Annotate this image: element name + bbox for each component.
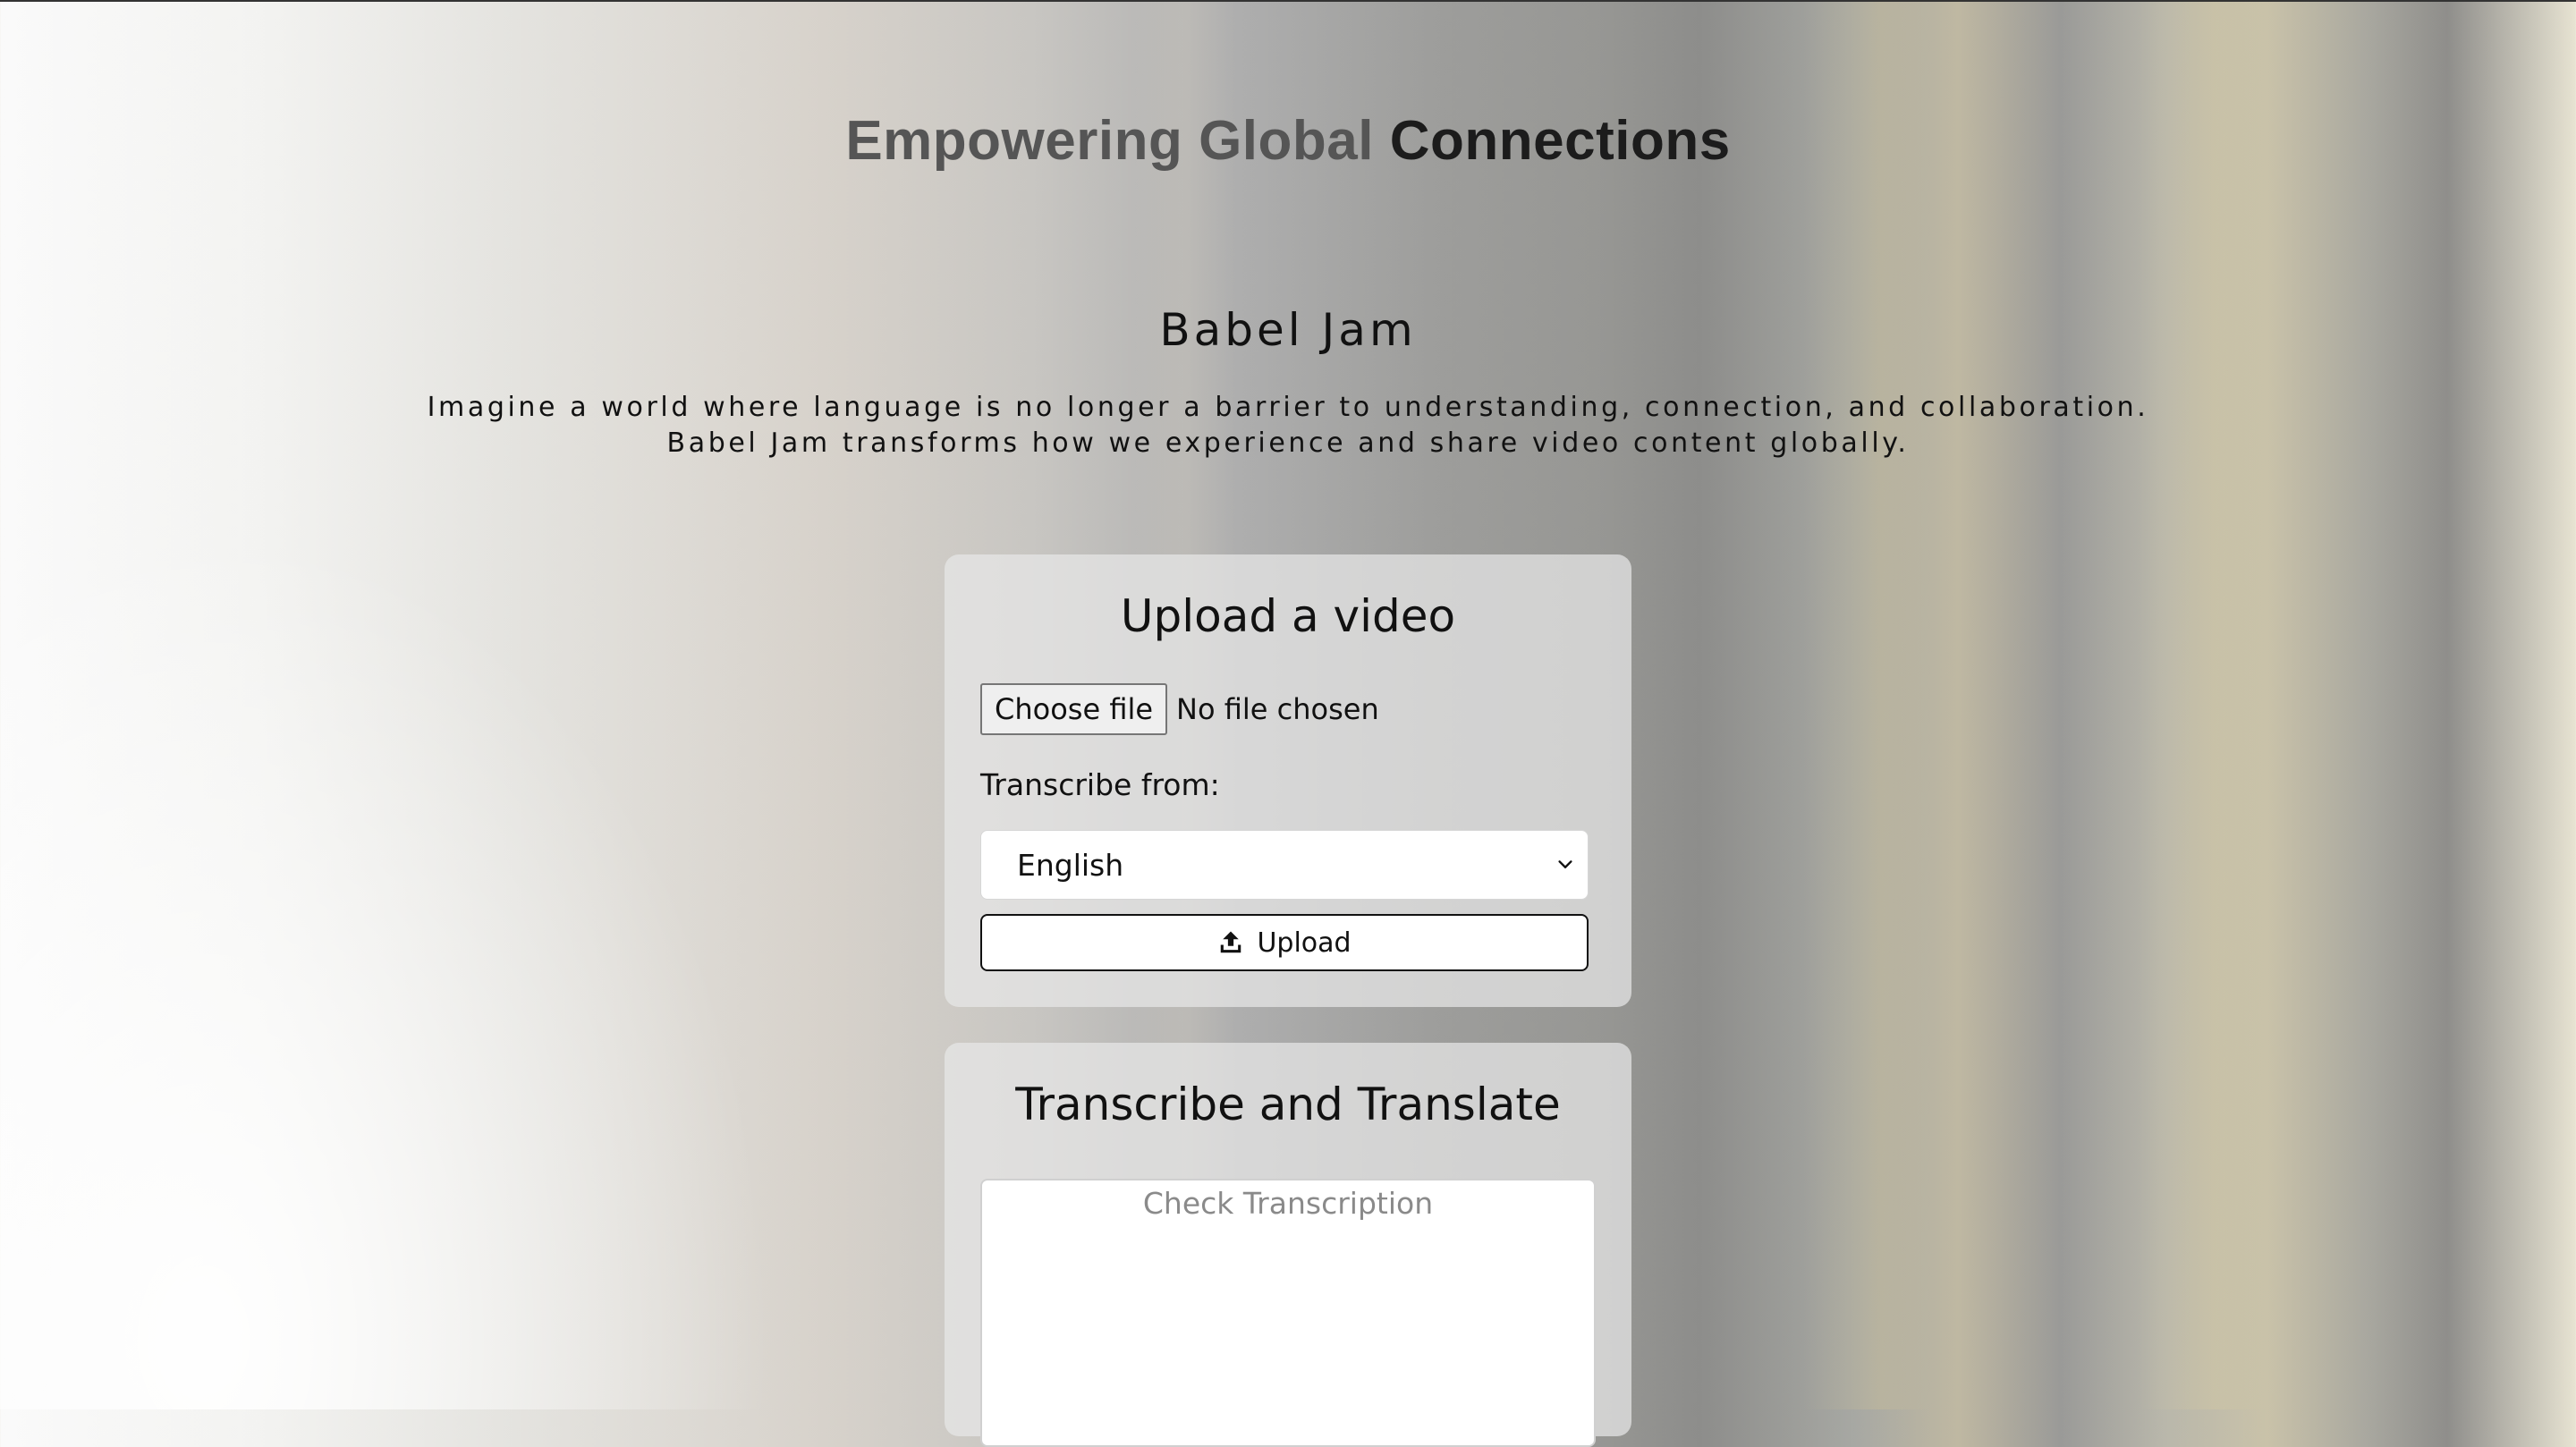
language-select[interactable]: English [980, 830, 1589, 900]
file-input[interactable]: Choose file No file chosen [980, 683, 1379, 735]
tagline-line-2: Babel Jam transforms how we experience a… [666, 427, 1910, 459]
tagline-line-1: Imagine a world where language is no lon… [427, 392, 2149, 423]
upload-card-title: Upload a video [1120, 590, 1456, 642]
page-content: Empowering Global Connections Babel Jam … [0, 2, 2576, 1447]
file-status: No file chosen [1176, 692, 1379, 726]
upload-icon [1221, 931, 1241, 953]
hero-title-strong: Connections [1389, 110, 1731, 172]
transcription-placeholder: Check Transcription [1142, 1186, 1434, 1221]
upload-button-label: Upload [1257, 927, 1352, 959]
transcribe-card-title: Transcribe and Translate [1015, 1079, 1561, 1130]
language-select-value: English [1017, 847, 1124, 883]
hero-title-muted: Empowering Global [845, 110, 1374, 172]
upload-button[interactable]: Upload [980, 914, 1589, 971]
chevron-down-icon [1558, 860, 1572, 868]
brand-name: Babel Jam [1159, 304, 1417, 356]
transcription-textarea[interactable]: Check Transcription [980, 1179, 1596, 1447]
upload-card: Upload a video Choose file No file chose… [945, 554, 1631, 1007]
transcribe-card: Transcribe and Translate Check Transcrip… [945, 1043, 1631, 1447]
transcribe-from-label: Transcribe from: [980, 767, 1220, 802]
choose-file-button[interactable]: Choose file [980, 683, 1168, 735]
hero-title: Empowering Global Connections [0, 109, 2576, 173]
tagline: Imagine a world where language is no lon… [0, 390, 2576, 461]
